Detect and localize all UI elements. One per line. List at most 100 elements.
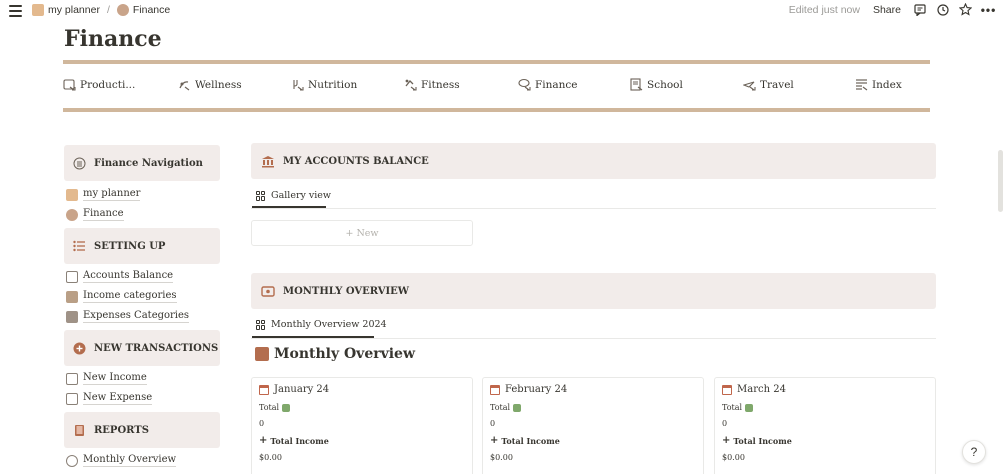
tab-label: Gallery view [271,190,332,201]
sidebar-link-expenses-categories[interactable]: Expenses Categories [66,310,190,323]
total-label-row: Total [259,403,465,412]
top-bar: my planner / Finance Edited just now Sha… [0,0,1005,24]
bank-icon [261,155,275,168]
tab-gallery-view[interactable]: Gallery view [251,190,336,201]
nav-item-index[interactable]: Index [855,78,902,91]
new-transactions-block: NEW TRANSACTIONS [64,330,220,366]
monthly-overview-heading: MONTHLY OVERVIEW [283,285,409,297]
total-label: Total [490,403,511,412]
total-income-label: Total Income [501,435,560,446]
calendar-icon [722,384,732,395]
plus-icon: + [722,435,731,446]
finance-page-icon [66,208,78,221]
nav-item-finance[interactable]: Finance [518,78,578,91]
sidebar-link-monthly-overview[interactable]: Monthly Overview [66,454,177,467]
help-button[interactable]: ? [962,440,986,464]
setting-up-block: SETTING UP [64,228,220,264]
finance-navigation-block: Finance Navigation [64,145,220,181]
index-icon [855,78,868,91]
month-card-january[interactable]: January 24 Total 0 + Total Income $0.00 [251,377,473,474]
breadcrumb-item-finance[interactable]: Finance [133,4,170,16]
nav-item-nutrition[interactable]: Nutrition [291,78,357,91]
income-icon [66,290,78,303]
nav-label: School [647,78,683,91]
total-income-label-row: + Total Income [490,435,696,446]
nav-item-wellness[interactable]: Wellness [178,78,242,91]
sidebar-link-income-categories[interactable]: Income categories [66,290,177,303]
nav-label: Producti... [80,78,136,91]
tab-divider [251,338,936,339]
month-card-march[interactable]: March 24 Total 0 + Total Income $0.00 [714,377,936,474]
nav-label: Wellness [195,78,242,91]
top-actions: Edited just now Share ••• [788,3,996,17]
income-icon [66,372,78,385]
money-icon [745,403,754,412]
card-title-text: February 24 [505,384,568,395]
nav-label: Travel [760,78,794,91]
expense-icon [66,392,78,405]
sidebar-link-my-planner[interactable]: my planner [66,188,141,201]
history-icon[interactable] [936,3,949,16]
wellness-icon [178,78,191,91]
breadcrumb: my planner / Finance [32,4,170,16]
divider-top [63,60,930,64]
sidebar-link-label: Monthly Overview [83,454,177,467]
plus-icon: + [490,435,499,446]
sidebar-link-label: Expenses Categories [83,310,190,323]
expenses-icon [66,310,78,323]
sidebar-link-new-income[interactable]: New Income [66,372,147,385]
nav-item-school[interactable]: School [630,78,683,91]
nav-label: Fitness [421,78,460,91]
travel-icon [742,78,756,91]
total-label-row: Total [490,403,696,412]
plus-icon: + [259,435,268,446]
breadcrumb-separator: / [106,4,110,16]
nav-item-fitness[interactable]: Fitness [404,78,460,91]
gallery-icon [256,319,266,330]
sidebar-link-accounts-balance[interactable]: Accounts Balance [66,270,174,283]
share-button[interactable]: Share [873,4,901,16]
productivity-icon [63,78,76,91]
sidebar-link-new-expense[interactable]: New Expense [66,392,153,405]
finance-page-icon [116,4,129,16]
menu-icon[interactable] [9,5,22,17]
accounts-balance-header: MY ACCOUNTS BALANCE [251,143,936,179]
divider-bottom [63,108,930,112]
total-income-value: $0.00 [722,453,745,462]
card-title: January 24 [259,384,465,395]
new-item-button[interactable]: + New [251,220,473,246]
total-label: Total [259,403,280,412]
edited-status: Edited just now [788,3,860,16]
card-title-text: January 24 [274,384,330,395]
monthly-overview-header: MONTHLY OVERVIEW [251,273,936,309]
star-icon[interactable] [959,3,972,16]
total-income-label-row: + Total Income [259,435,465,446]
nav-label: Index [872,78,902,91]
tab-monthly-overview-2024[interactable]: Monthly Overview 2024 [251,319,392,330]
fitness-icon [404,78,417,91]
card-title-text: March 24 [737,384,786,395]
planner-page-icon [32,4,44,16]
month-card-february[interactable]: February 24 Total 0 + Total Income $0.00 [482,377,704,474]
tab-divider [251,208,936,209]
page-title: Finance [64,26,162,52]
sidebar-link-finance[interactable]: Finance [66,208,124,221]
money-icon [513,403,522,412]
breadcrumb-item-my-planner[interactable]: my planner [48,4,100,16]
list-circle-icon [73,157,86,170]
sidebar-link-label: New Expense [83,392,153,405]
nav-item-productivity[interactable]: Producti... [63,78,135,91]
scrollbar[interactable] [998,150,1003,212]
reports-heading: REPORTS [94,424,149,436]
more-icon[interactable]: ••• [981,3,996,17]
setting-up-heading: SETTING UP [94,240,166,252]
nav-item-travel[interactable]: Travel [742,78,794,91]
comments-icon[interactable] [913,3,926,16]
monthly-overview-title: Monthly Overview [255,346,415,362]
sidebar-link-label: my planner [83,188,141,201]
total-label: Total [722,403,743,412]
total-income-value: $0.00 [490,453,513,462]
accounts-balance-heading: MY ACCOUNTS BALANCE [283,155,429,167]
gallery-icon [256,190,266,201]
total-income-value: $0.00 [259,453,282,462]
